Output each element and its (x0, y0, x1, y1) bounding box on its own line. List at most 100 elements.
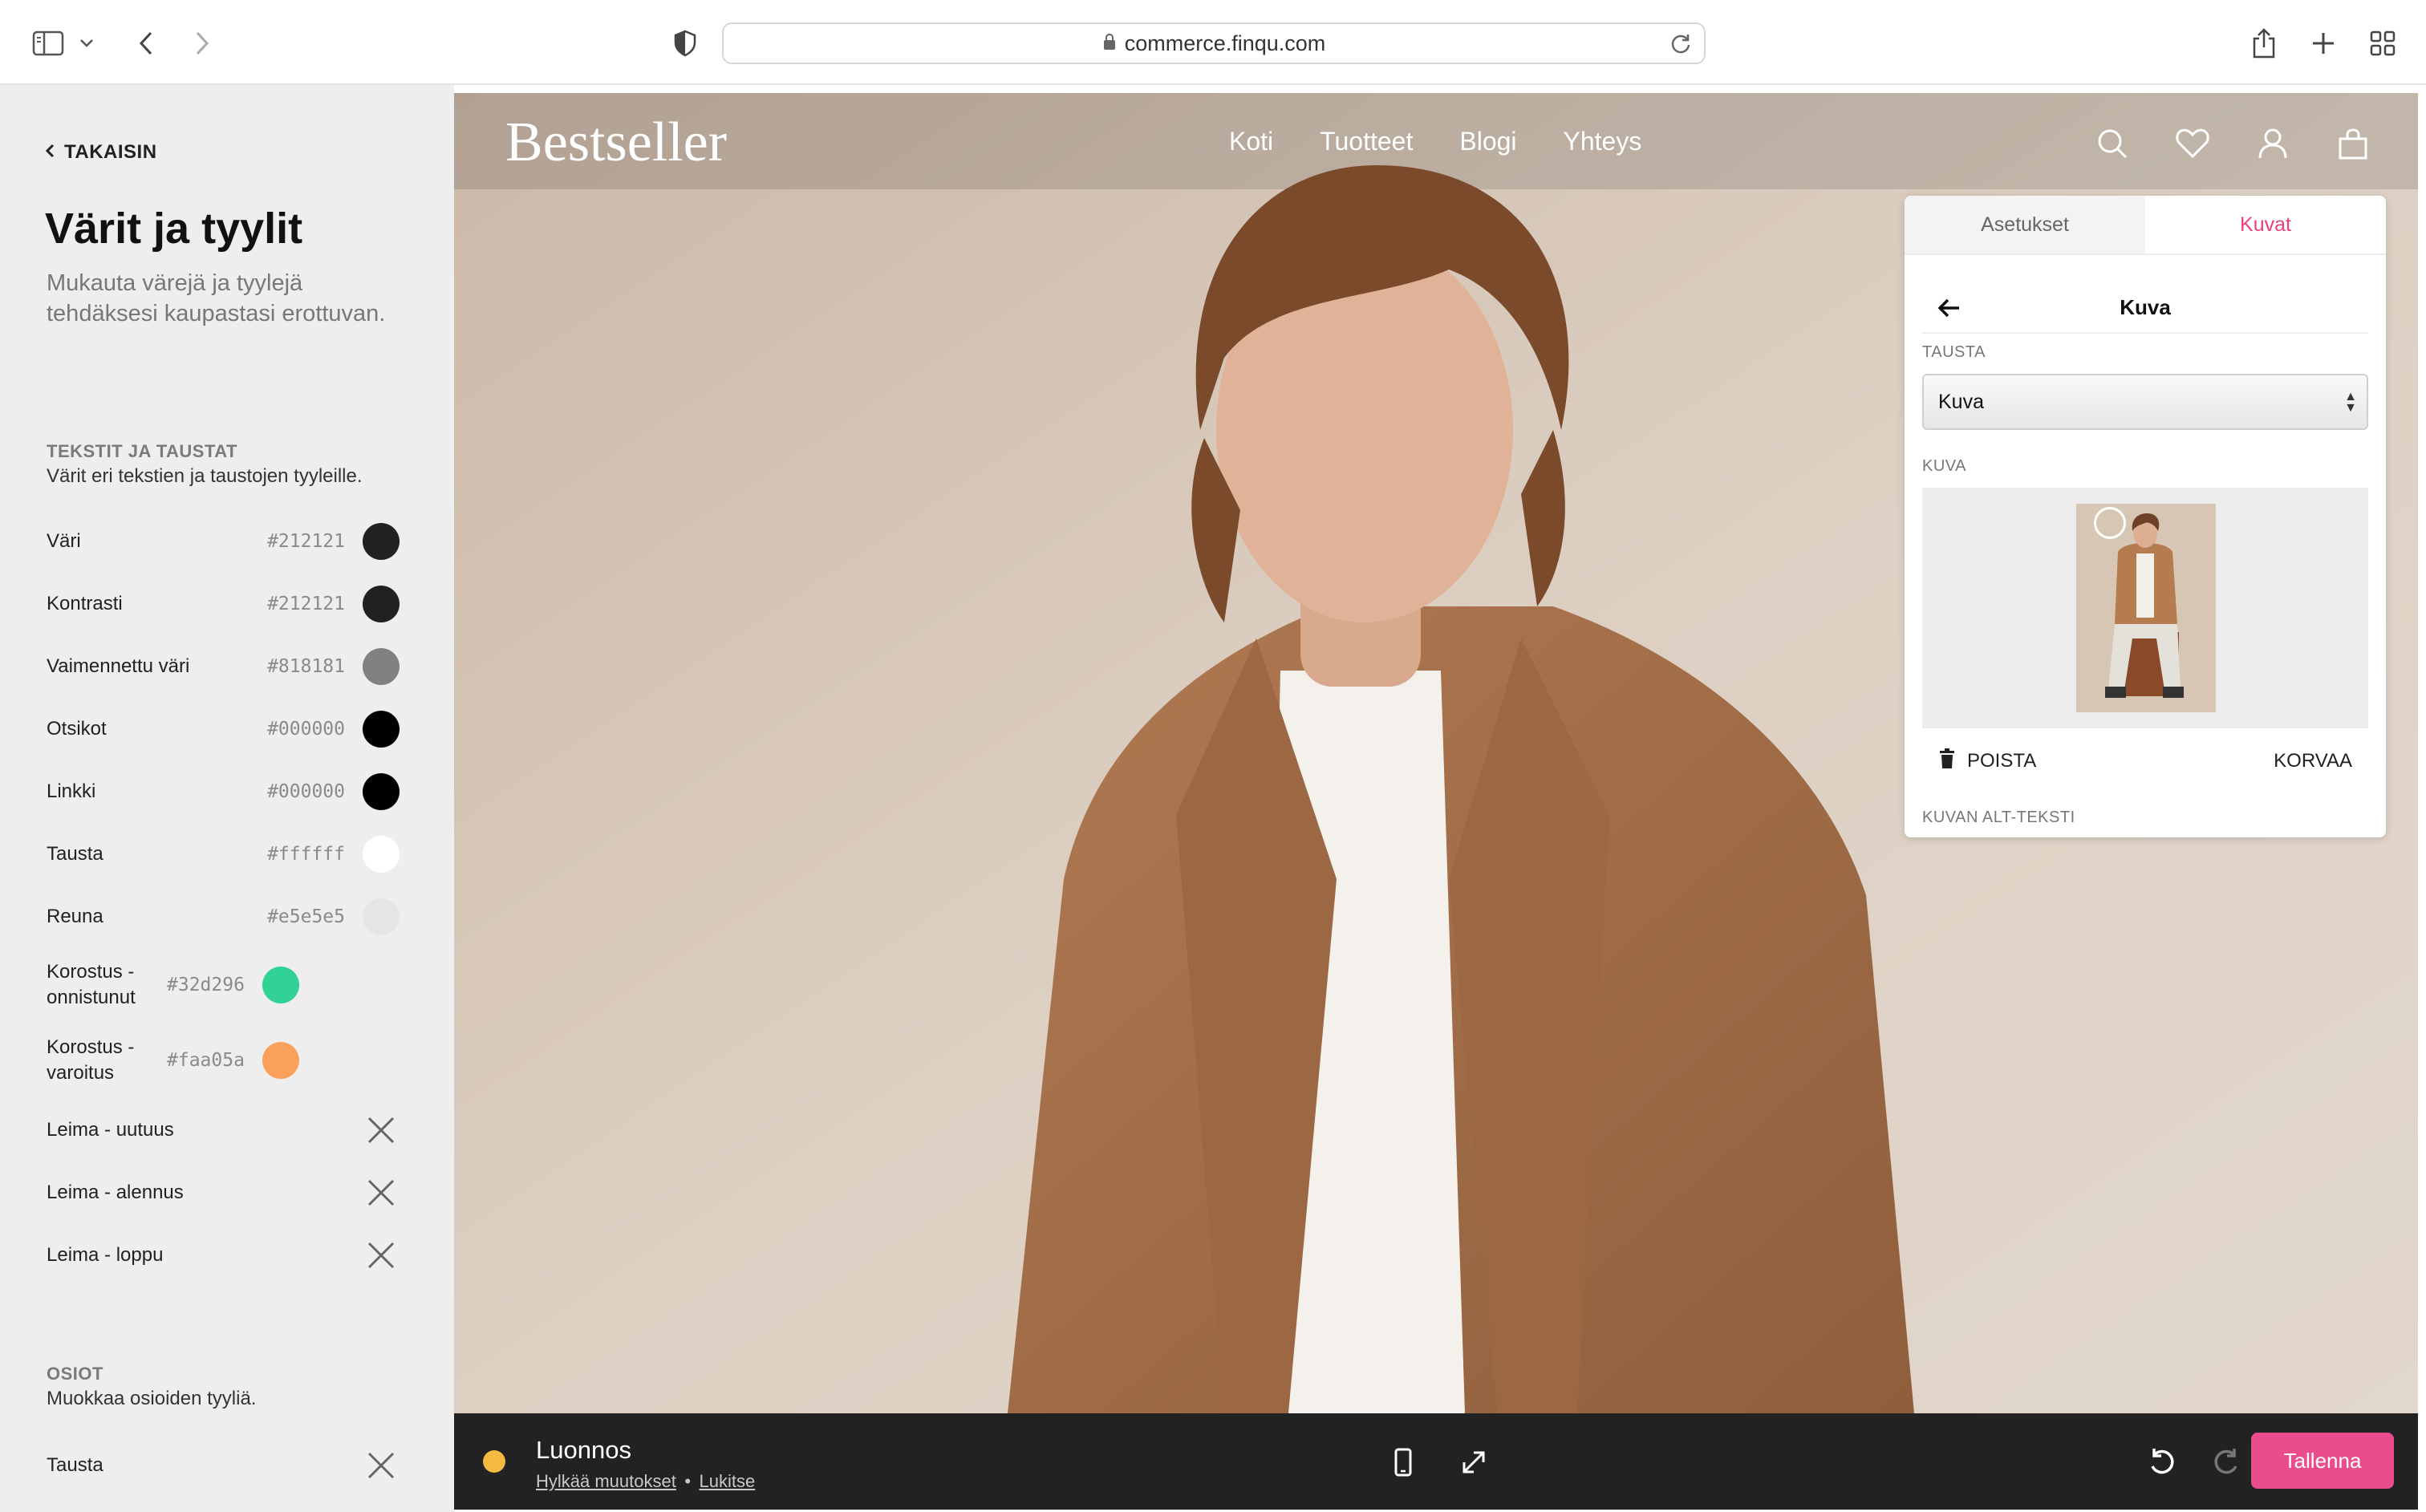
bag-icon[interactable] (2333, 124, 2373, 164)
redo-icon[interactable] (2208, 1444, 2245, 1481)
color-swatch[interactable] (262, 1042, 299, 1079)
color-label: Väri (47, 530, 81, 552)
color-hex: #212121 (267, 594, 345, 614)
color-label: Reuna (47, 906, 103, 927)
color-row[interactable]: Vaimennettu väri #818181 (47, 648, 400, 685)
color-row[interactable]: Kontrasti #212121 (47, 586, 400, 622)
section-style-row[interactable]: Tausta (47, 1447, 400, 1484)
address-bar[interactable]: commerce.finqu.com (722, 22, 1706, 64)
back-icon[interactable] (127, 24, 165, 63)
user-icon[interactable] (2253, 124, 2293, 164)
focal-point-handle[interactable] (2094, 507, 2126, 539)
back-link[interactable]: TAKAISIN (45, 141, 157, 164)
color-swatch[interactable] (363, 586, 400, 622)
discard-changes-link[interactable]: Hylkää muutokset (536, 1471, 676, 1491)
image-thumbnail[interactable] (2076, 504, 2216, 712)
color-hex: #000000 (267, 719, 345, 740)
close-icon[interactable] (363, 1237, 400, 1274)
status-separator: • (684, 1471, 692, 1491)
url-text: commerce.finqu.com (1124, 30, 1326, 55)
image-actions: POISTA KORVAA (1922, 741, 2368, 781)
color-hex: #ffffff (267, 844, 345, 865)
undo-icon[interactable] (2144, 1444, 2181, 1481)
section-label-sections: OSIOT (47, 1364, 103, 1384)
new-tab-icon[interactable] (2304, 24, 2343, 63)
color-row[interactable]: Reuna #e5e5e5 (47, 898, 400, 935)
color-hex: #818181 (267, 656, 345, 677)
image-label: KUVA (1922, 457, 1966, 475)
color-swatch[interactable] (262, 967, 299, 1003)
color-hex: #e5e5e5 (267, 906, 345, 927)
editor-tabs: Asetukset Kuvat (1905, 196, 2386, 255)
color-hex: #212121 (267, 531, 345, 552)
color-label: Kontrasti (47, 593, 123, 614)
badge-label: Leima - uutuus (47, 1119, 174, 1141)
color-swatch[interactable] (363, 773, 400, 810)
badge-row[interactable]: Leima - uutuus (47, 1112, 400, 1149)
replace-image-button[interactable]: KORVAA (2274, 750, 2352, 772)
back-link-label: TAKAISIN (64, 141, 157, 163)
heart-icon[interactable] (2172, 124, 2213, 164)
color-row[interactable]: Linkki #000000 (47, 773, 400, 810)
color-swatch[interactable] (363, 648, 400, 685)
section-style-label: Tausta (47, 1454, 103, 1476)
section-description-sections: Muokkaa osioiden tyyliä. (47, 1388, 257, 1409)
fullscreen-icon[interactable] (1455, 1444, 1492, 1481)
tab-images[interactable]: Kuvat (2145, 196, 2386, 253)
color-swatch[interactable] (363, 898, 400, 935)
close-icon[interactable] (363, 1447, 400, 1484)
forward-icon[interactable] (183, 24, 221, 63)
reload-icon[interactable] (1669, 32, 1693, 56)
color-row[interactable]: Korostus - varoitus #faa05a (47, 1035, 400, 1086)
background-label: TAUSTA (1922, 343, 1986, 361)
badge-label: Leima - loppu (47, 1244, 164, 1266)
share-icon[interactable] (2245, 24, 2283, 63)
lock-link[interactable]: Lukitse (699, 1471, 755, 1491)
color-swatch[interactable] (363, 836, 400, 873)
editor-bottom-bar: Luonnos Hylkää muutokset • Lukitse Talle… (454, 1413, 2418, 1510)
nav-item-products[interactable]: Tuotteet (1320, 127, 1413, 156)
badge-row[interactable]: Leima - loppu (47, 1237, 400, 1274)
select-arrows-icon: ▲ ▼ (2344, 390, 2357, 415)
save-button[interactable]: Tallenna (2251, 1433, 2394, 1489)
store-nav: Koti Tuotteet Blogi Yhteys (1229, 127, 1641, 156)
color-swatch[interactable] (363, 523, 400, 560)
color-row[interactable]: Väri #212121 (47, 523, 400, 560)
nav-item-home[interactable]: Koti (1229, 127, 1273, 156)
color-hex: #32d296 (167, 975, 245, 995)
trash-icon (1938, 748, 1956, 775)
section-description-texts: Värit eri tekstien ja taustojen tyyleill… (47, 465, 363, 487)
badge-label: Leima - alennus (47, 1182, 184, 1203)
privacy-shield-icon[interactable] (666, 24, 704, 63)
color-label: Korostus - varoitus (47, 1036, 135, 1084)
status-title: Luonnos (536, 1436, 631, 1464)
tab-settings[interactable]: Asetukset (1905, 196, 2145, 253)
image-editor-panel: Asetukset Kuvat Kuva TAUSTA Kuva ▲ ▼ KUVA (1905, 196, 2386, 837)
color-row[interactable]: Otsikot #000000 (47, 711, 400, 748)
page-description: Mukauta värejä ja tyylejä tehdäksesi kau… (47, 270, 386, 326)
close-icon[interactable] (363, 1174, 400, 1211)
remove-image-button[interactable]: POISTA (1938, 748, 2036, 775)
panel-header: Kuva (1922, 287, 2368, 334)
lock-icon (1102, 33, 1117, 55)
chevron-down-icon[interactable] (74, 24, 99, 63)
color-row[interactable]: Korostus - onnistunut #32d296 (47, 959, 400, 1011)
status-actions: Hylkää muutokset • Lukitse (536, 1471, 755, 1492)
color-label: Otsikot (47, 718, 107, 740)
search-icon[interactable] (2092, 124, 2132, 164)
nav-item-blog[interactable]: Blogi (1459, 127, 1516, 156)
browser-toolbar: commerce.finqu.com (0, 0, 2426, 85)
background-select[interactable]: Kuva ▲ ▼ (1922, 374, 2368, 430)
section-label-texts: TEKSTIT JA TAUSTAT (47, 441, 237, 461)
close-icon[interactable] (363, 1112, 400, 1149)
image-preview-box[interactable] (1922, 488, 2368, 728)
nav-item-contact[interactable]: Yhteys (1564, 127, 1642, 156)
color-swatch[interactable] (363, 711, 400, 748)
tab-overview-icon[interactable] (2363, 24, 2402, 63)
sidebar-toggle-icon[interactable] (29, 24, 67, 63)
mobile-preview-icon[interactable] (1385, 1444, 1422, 1481)
store-logo[interactable]: Bestseller (505, 111, 727, 175)
color-label: Vaimennettu väri (47, 655, 190, 677)
color-row[interactable]: Tausta #ffffff (47, 836, 400, 873)
badge-row[interactable]: Leima - alennus (47, 1174, 400, 1211)
